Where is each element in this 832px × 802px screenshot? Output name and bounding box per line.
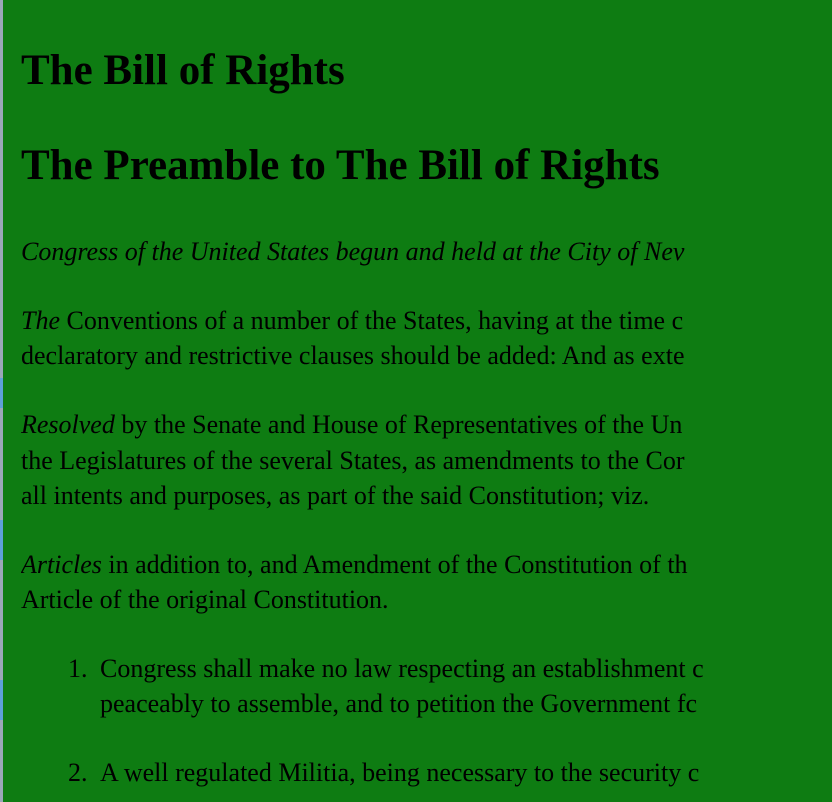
edge-highlight bbox=[0, 680, 3, 720]
paragraph-1-text: Conventions of a number of the States, h… bbox=[60, 306, 684, 335]
article-1-line-2: peaceably to assemble, and to petition t… bbox=[100, 689, 698, 718]
paragraph-1-lead: The bbox=[21, 306, 60, 335]
paragraph-2-line-2: the Legislatures of the several States, … bbox=[21, 446, 685, 475]
edge-highlight bbox=[0, 520, 3, 560]
preamble-heading: The Preamble to The Bill of Rights bbox=[21, 142, 660, 189]
document-page: The Bill of Rights The Preamble to The B… bbox=[21, 0, 832, 802]
article-2-line-1: A well regulated Militia, being necessar… bbox=[100, 758, 700, 787]
article-2-number: 2. bbox=[68, 758, 88, 787]
article-1-number: 1. bbox=[68, 654, 88, 683]
page-title: The Bill of Rights bbox=[21, 47, 345, 94]
paragraph-1-line-2: declaratory and restrictive clauses shou… bbox=[21, 341, 685, 370]
paragraph-3-line-1: Articles in addition to, and Amendment o… bbox=[21, 547, 688, 583]
paragraph-3-lead: Articles bbox=[21, 550, 102, 579]
window-left-edge bbox=[0, 0, 3, 802]
paragraph-2-lead: Resolved bbox=[21, 410, 115, 439]
intro-line: Congress of the United States begun and … bbox=[21, 237, 685, 266]
paragraph-3-line-2: Article of the original Constitution. bbox=[21, 585, 389, 614]
article-1-line-1: Congress shall make no law respecting an… bbox=[100, 654, 704, 683]
edge-highlight bbox=[0, 378, 3, 408]
paragraph-1-line-1: The Conventions of a number of the State… bbox=[21, 303, 683, 339]
paragraph-3-text: in addition to, and Amendment of the Con… bbox=[101, 550, 688, 579]
paragraph-2-text: by the Senate and House of Representativ… bbox=[114, 410, 683, 439]
paragraph-2-line-1: Resolved by the Senate and House of Repr… bbox=[21, 407, 682, 443]
paragraph-2-line-3: all intents and purposes, as part of the… bbox=[21, 481, 650, 510]
